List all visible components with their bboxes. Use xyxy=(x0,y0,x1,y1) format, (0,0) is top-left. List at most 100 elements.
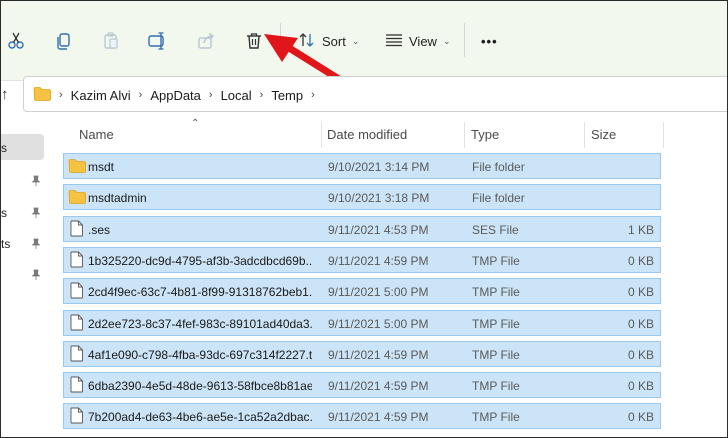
file-icon xyxy=(70,345,84,365)
file-type: SES File xyxy=(472,223,519,237)
column-divider[interactable] xyxy=(321,122,322,148)
file-icon xyxy=(70,407,84,427)
file-date-modified: 9/11/2021 4:53 PM xyxy=(328,223,429,237)
copy-button[interactable] xyxy=(49,26,79,56)
file-icon xyxy=(70,220,84,240)
file-size: 0 KB xyxy=(627,348,654,362)
clipboard-icon xyxy=(101,31,121,51)
folder-icon xyxy=(68,189,86,207)
breadcrumb-item[interactable]: Local xyxy=(221,88,252,103)
more-icon: ••• xyxy=(481,33,498,49)
rename-icon xyxy=(147,31,169,51)
file-name: msdt xyxy=(88,160,115,174)
column-divider[interactable] xyxy=(584,122,585,148)
file-date-modified: 9/11/2021 4:59 PM xyxy=(328,254,429,268)
chevron-down-icon: ⌄ xyxy=(442,35,451,46)
pin-icon xyxy=(31,175,41,186)
file-date-modified: 9/11/2021 4:59 PM xyxy=(328,348,429,362)
file-name: msdtadmin xyxy=(88,191,147,205)
column-header-size[interactable]: Size xyxy=(591,122,616,146)
table-row[interactable]: .ses 9/11/2021 4:53 PM SES File 1 KB xyxy=(63,216,661,242)
file-date-modified: 9/11/2021 5:00 PM xyxy=(328,285,429,299)
file-type: TMP File xyxy=(472,254,520,268)
file-size: 0 KB xyxy=(627,285,654,299)
table-row[interactable]: 4af1e090-c798-4fba-93dc-697c314f2227.t..… xyxy=(63,341,661,367)
up-arrow-icon[interactable]: ↑ xyxy=(1,86,9,103)
breadcrumb-separator-icon: › xyxy=(311,89,315,101)
file-icon xyxy=(70,314,84,334)
file-type: File folder xyxy=(472,160,525,174)
toolbar-divider xyxy=(464,23,465,57)
file-date-modified: 9/10/2021 3:18 PM xyxy=(328,191,430,205)
file-name: 2cd4f9ec-63c7-4b81-8f99-91318762beb1... xyxy=(88,285,312,299)
pin-icon xyxy=(31,207,41,218)
pin-icon xyxy=(31,238,41,249)
share-button[interactable] xyxy=(191,26,221,56)
table-row[interactable]: 6dba2390-4e5d-48de-9613-58fbce8b81ae... 9… xyxy=(63,372,661,398)
file-date-modified: 9/11/2021 4:59 PM xyxy=(328,410,429,424)
table-row[interactable]: 2cd4f9ec-63c7-4b81-8f99-91318762beb1... 9… xyxy=(63,278,661,304)
table-row[interactable]: 2d2ee723-8c37-4fef-983c-89101ad40da3....… xyxy=(63,310,661,336)
file-name: 2d2ee723-8c37-4fef-983c-89101ad40da3.... xyxy=(88,317,312,331)
sort-ascending-icon: ⌃ xyxy=(191,118,200,129)
breadcrumb-separator-icon: › xyxy=(259,89,264,101)
view-list-icon xyxy=(385,32,403,51)
file-name: .ses xyxy=(88,223,111,237)
column-header-name[interactable]: Name xyxy=(79,122,114,146)
paste-button[interactable] xyxy=(96,26,126,56)
pin-icon xyxy=(31,269,41,280)
file-size: 0 KB xyxy=(627,254,654,268)
table-row[interactable]: msdt 9/10/2021 3:14 PM File folder xyxy=(63,153,661,179)
breadcrumb-item[interactable]: Kazim Alvi xyxy=(71,88,131,103)
file-explorer-window: Sort ⌄ View ⌄ ••• ↑ › Kazim Alvi › AppDa… xyxy=(0,0,728,438)
table-row[interactable]: 7b200ad4-de63-4be6-ae5e-1ca52a2dbac... 9/… xyxy=(63,403,661,429)
nav-item-label[interactable]: s xyxy=(1,141,7,155)
file-date-modified: 9/11/2021 5:00 PM xyxy=(328,317,429,331)
file-size: 0 KB xyxy=(627,379,654,393)
file-name: 4af1e090-c798-4fba-93dc-697c314f2227.t..… xyxy=(88,348,312,362)
more-options-button[interactable]: ••• xyxy=(481,29,498,53)
file-icon xyxy=(70,251,84,271)
file-name: 7b200ad4-de63-4be6-ae5e-1ca52a2dbac... xyxy=(88,410,312,424)
file-icon xyxy=(70,376,84,396)
table-row[interactable]: 1b325220-dc9d-4795-af3b-3adcdbcd69b... 9/… xyxy=(63,247,661,273)
file-type: TMP File xyxy=(472,348,520,362)
breadcrumb-separator-icon: › xyxy=(59,89,63,101)
file-icon xyxy=(70,282,84,302)
file-type: TMP File xyxy=(472,285,520,299)
file-type: TMP File xyxy=(472,410,520,424)
nav-item-label[interactable]: ts xyxy=(1,237,10,251)
breadcrumb: › Kazim Alvi › AppData › Local › Temp › xyxy=(33,86,323,104)
column-header-date[interactable]: Date modified xyxy=(327,122,407,146)
breadcrumb-separator-icon: › xyxy=(208,89,213,101)
file-name: 6dba2390-4e5d-48de-9613-58fbce8b81ae... xyxy=(88,379,312,393)
file-type: TMP File xyxy=(472,379,520,393)
folder-icon xyxy=(68,158,86,176)
file-size: 0 KB xyxy=(627,410,654,424)
file-type: File folder xyxy=(472,191,525,205)
cut-button[interactable] xyxy=(1,26,31,56)
breadcrumb-separator-icon: › xyxy=(138,89,143,101)
column-divider[interactable] xyxy=(663,122,664,148)
copy-icon xyxy=(54,31,74,51)
address-row: ↑ › Kazim Alvi › AppData › Local › Temp … xyxy=(1,74,727,114)
column-header-type[interactable]: Type xyxy=(471,122,499,146)
nav-item-selected[interactable] xyxy=(1,134,44,160)
file-name: 1b325220-dc9d-4795-af3b-3adcdbcd69b... xyxy=(88,254,312,268)
file-size: 0 KB xyxy=(627,317,654,331)
file-size: 1 KB xyxy=(627,223,654,237)
breadcrumb-item[interactable]: Temp xyxy=(271,88,303,103)
share-icon xyxy=(196,31,216,51)
rename-button[interactable] xyxy=(143,26,173,56)
file-date-modified: 9/10/2021 3:14 PM xyxy=(328,160,430,174)
folder-icon xyxy=(33,86,51,104)
table-row[interactable]: msdtadmin 9/10/2021 3:18 PM File folder xyxy=(63,184,661,210)
scissors-icon xyxy=(6,31,26,51)
view-button[interactable]: View ⌄ xyxy=(385,29,451,53)
column-divider[interactable] xyxy=(464,122,465,148)
file-type: TMP File xyxy=(472,317,520,331)
nav-item-label[interactable]: s xyxy=(1,206,7,220)
breadcrumb-item[interactable]: AppData xyxy=(150,88,201,103)
view-label: View xyxy=(409,33,437,49)
file-date-modified: 9/11/2021 4:59 PM xyxy=(328,379,429,393)
